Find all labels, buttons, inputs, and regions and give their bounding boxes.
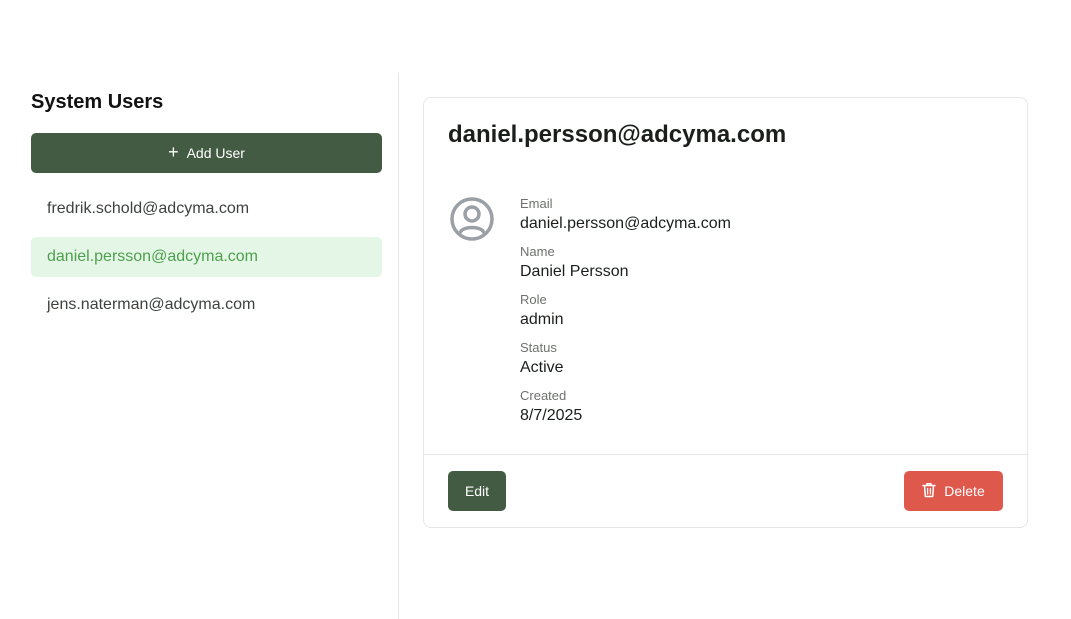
user-list-item[interactable]: fredrik.schold@adcyma.com — [31, 189, 382, 229]
field-value: Active — [520, 359, 564, 376]
user-email: fredrik.schold@adcyma.com — [47, 200, 250, 217]
user-email: daniel.persson@adcyma.com — [47, 248, 259, 265]
edit-button[interactable]: Edit — [448, 471, 506, 511]
field-label: Role — [520, 292, 547, 307]
sidebar-title: System Users — [31, 91, 164, 113]
user-list-item[interactable]: jens.naterman@adcyma.com — [31, 285, 382, 325]
field-label: Created — [520, 388, 567, 403]
user-circle-icon — [448, 195, 496, 243]
add-user-label: Add User — [186, 145, 245, 161]
field-value: Daniel Persson — [520, 263, 629, 280]
sidebar: System Users + Add User fredrik.schold@a… — [0, 73, 399, 619]
app-root: System Users + Add User fredrik.schold@a… — [0, 0, 1071, 619]
user-list-item-selected[interactable]: daniel.persson@adcyma.com — [31, 237, 382, 277]
field-label: Email — [520, 196, 553, 211]
user-email: jens.naterman@adcyma.com — [47, 296, 256, 313]
user-detail-card: daniel.persson@adcyma.com Email daniel.p… — [423, 97, 1028, 528]
field-label: Name — [520, 244, 555, 259]
field-value: 8/7/2025 — [520, 407, 583, 424]
detail-title: daniel.persson@adcyma.com — [448, 121, 787, 148]
trash-icon — [922, 482, 937, 501]
field-label: Status — [520, 340, 557, 355]
field-created: Created 8/7/2025 — [520, 388, 731, 436]
card-divider — [424, 454, 1027, 455]
delete-button[interactable]: Delete — [904, 471, 1003, 511]
field-value: admin — [520, 311, 564, 328]
field-email: Email daniel.persson@adcyma.com — [520, 196, 731, 244]
user-list: fredrik.schold@adcyma.com daniel.persson… — [31, 189, 382, 333]
add-user-button[interactable]: + Add User — [31, 133, 382, 173]
field-value: daniel.persson@adcyma.com — [520, 215, 732, 232]
field-status: Status Active — [520, 340, 731, 388]
plus-icon: + — [168, 142, 179, 162]
delete-label: Delete — [944, 483, 985, 499]
field-role: Role admin — [520, 292, 731, 340]
detail-fields: Email daniel.persson@adcyma.com Name Dan… — [520, 196, 731, 436]
field-name: Name Daniel Persson — [520, 244, 731, 292]
